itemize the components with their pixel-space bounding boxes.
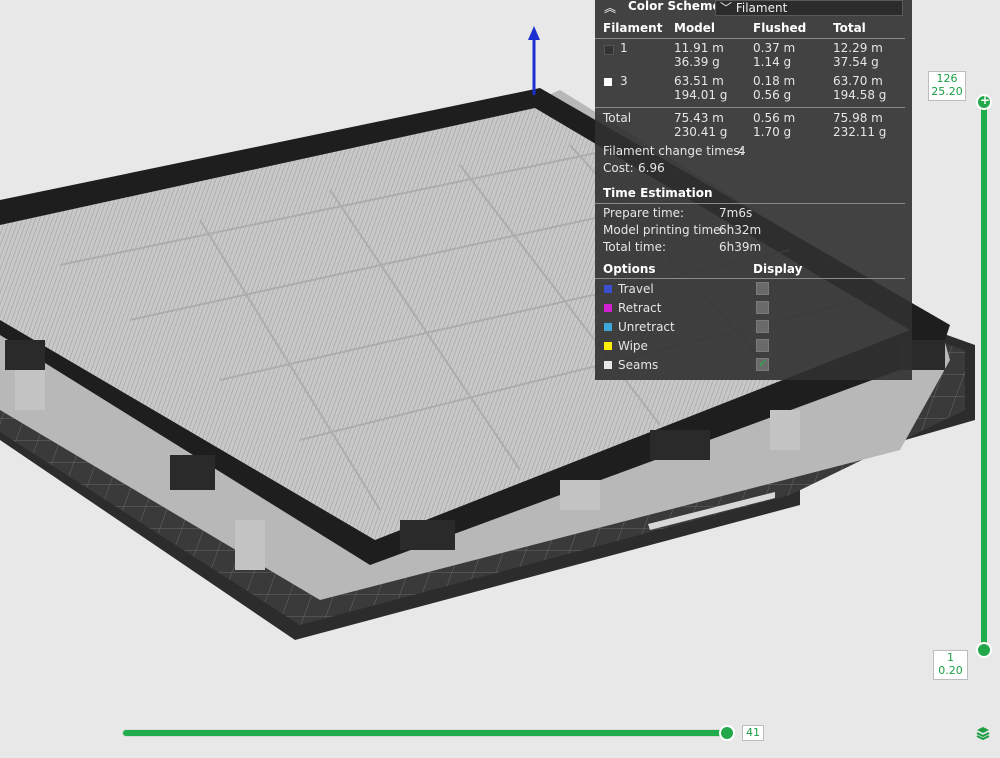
wipe-checkbox[interactable]	[756, 339, 769, 352]
model-g: 36.39 g	[674, 55, 720, 69]
filament-change-label: Filament change times:	[603, 144, 744, 158]
filament-swatch	[604, 45, 614, 55]
collapse-icon[interactable]: ︽	[604, 0, 616, 16]
total-label: Total	[603, 111, 632, 125]
flushed-g: 1.14 g	[753, 55, 792, 69]
retract-swatch	[604, 304, 612, 312]
z-axis-arrow	[528, 26, 540, 95]
seams-swatch	[604, 361, 612, 369]
model-printing-time-label: Model printing time:	[603, 223, 725, 237]
model-g: 230.41 g	[674, 125, 728, 139]
total-g: 194.58 g	[833, 88, 887, 102]
option-label: Wipe	[618, 339, 648, 353]
move-slider-handle[interactable]	[719, 725, 735, 741]
top-layer-number: 126	[936, 72, 958, 85]
layer-bottom-label: 1 0.20	[933, 650, 968, 680]
chevron-down-icon: ﹀	[720, 1, 733, 15]
model-m: 63.51 m	[674, 74, 724, 88]
move-slider-track[interactable]	[122, 729, 728, 737]
layers-icon[interactable]	[976, 725, 990, 741]
cost-value: 6.96	[638, 161, 665, 175]
travel-swatch	[604, 285, 612, 293]
total-time-label: Total time:	[603, 240, 666, 254]
option-label: Seams	[618, 358, 659, 372]
filament-change-value: 4	[738, 144, 746, 158]
total-m: 63.70 m	[833, 74, 883, 88]
model-printing-time-value: 6h32m	[719, 223, 762, 237]
layer-top-label: 126 25.20	[928, 71, 966, 101]
checkmark-icon: ✓	[758, 356, 769, 370]
total-g: 37.54 g	[833, 55, 879, 69]
bottom-layer-height: 0.20	[938, 664, 963, 677]
color-scheme-value: Filament	[735, 1, 788, 15]
prepare-time-label: Prepare time:	[603, 206, 685, 220]
bottom-layer-number: 1	[947, 651, 954, 664]
col-filament: Filament	[603, 21, 663, 35]
layer-slider-track[interactable]	[981, 102, 987, 650]
flushed-g: 1.70 g	[753, 125, 792, 139]
bottom-layer-handle[interactable]	[976, 642, 992, 658]
flushed-m: 0.18 m	[753, 74, 796, 88]
total-m: 12.29 m	[833, 41, 883, 55]
divider	[595, 107, 905, 108]
travel-checkbox[interactable]	[756, 282, 769, 295]
filament-swatch	[604, 78, 612, 86]
option-label: Retract	[618, 301, 662, 315]
col-total: Total	[833, 21, 866, 35]
divider	[595, 38, 905, 39]
seams-checkbox[interactable]: ✓	[756, 356, 769, 371]
unretract-checkbox[interactable]	[756, 320, 769, 333]
top-layer-height: 25.20	[931, 85, 963, 98]
filament-id: 3	[620, 74, 628, 88]
color-scheme-label: Color Scheme	[628, 0, 721, 13]
divider	[595, 203, 905, 204]
model-m: 11.91 m	[674, 41, 724, 55]
move-slider-value: 41	[742, 725, 764, 741]
divider	[595, 278, 905, 279]
option-label: Travel	[618, 282, 654, 296]
total-m: 75.98 m	[833, 111, 883, 125]
plus-icon: +	[980, 93, 991, 107]
flushed-m: 0.56 m	[753, 111, 796, 125]
flushed-g: 0.56 g	[753, 88, 792, 102]
flushed-m: 0.37 m	[753, 41, 796, 55]
options-header: Options	[603, 262, 656, 276]
prepare-time-value: 7m6s	[719, 206, 753, 220]
color-scheme-select[interactable]: ﹀ Filament	[715, 0, 903, 16]
wipe-swatch	[604, 342, 612, 350]
display-header: Display	[753, 262, 803, 276]
model-m: 75.43 m	[674, 111, 724, 125]
gcode-stats-panel: ︽ Color Scheme ﹀ Filament Filament Model…	[595, 0, 912, 380]
col-flushed: Flushed	[753, 21, 807, 35]
col-model: Model	[674, 21, 716, 35]
unretract-swatch	[604, 323, 612, 331]
time-estimation-header: Time Estimation	[603, 186, 713, 200]
total-time-value: 6h39m	[719, 240, 762, 254]
cost-label: Cost:	[603, 161, 634, 175]
filament-id: 1	[620, 41, 628, 55]
top-layer-handle[interactable]: +	[976, 93, 992, 110]
option-label: Unretract	[618, 320, 675, 334]
total-g: 232.11 g	[833, 125, 887, 139]
retract-checkbox[interactable]	[756, 301, 769, 314]
model-g: 194.01 g	[674, 88, 728, 102]
